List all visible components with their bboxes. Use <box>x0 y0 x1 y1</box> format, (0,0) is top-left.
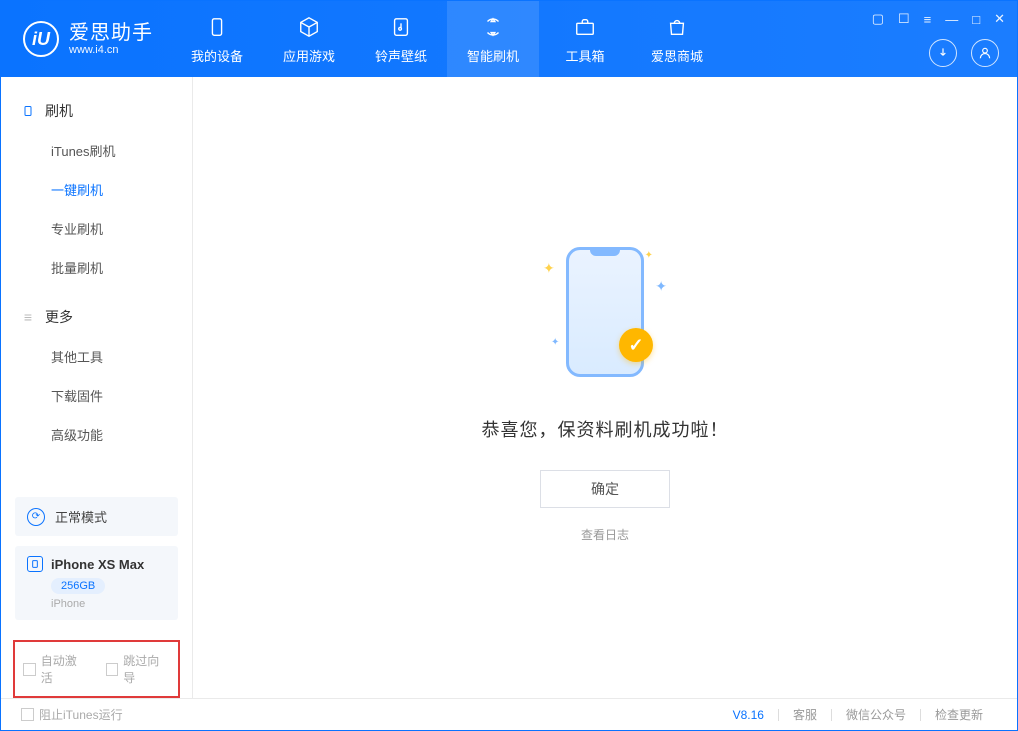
update-link[interactable]: 检查更新 <box>921 706 997 723</box>
skin-icon[interactable]: ▢ <box>872 11 884 27</box>
download-button[interactable] <box>929 39 957 67</box>
sidebar-item-itunes-flash[interactable]: iTunes刷机 <box>1 131 192 170</box>
device-type: iPhone <box>51 598 166 610</box>
sidebar: 刷机 iTunes刷机 一键刷机 专业刷机 批量刷机 ≡ 更多 其他工具 下载固… <box>1 77 193 698</box>
minimize-button[interactable]: — <box>945 12 958 27</box>
nav-smart-flash[interactable]: 智能刷机 <box>447 1 539 77</box>
checkbox-icon <box>21 708 34 721</box>
view-log-link[interactable]: 查看日志 <box>581 526 629 543</box>
checkbox-skip-guide[interactable]: 跳过向导 <box>106 652 171 686</box>
sidebar-section-more: ≡ 更多 <box>1 301 192 337</box>
status-bar: 阻止iTunes运行 V8.16 客服 微信公众号 检查更新 <box>1 698 1017 730</box>
logo-text: 爱思助手 www.i4.cn <box>69 22 153 56</box>
nav-label: 智能刷机 <box>467 46 519 65</box>
highlighted-checks: 自动激活 跳过向导 <box>13 640 180 698</box>
device-small-icon <box>27 556 43 572</box>
logo-icon: iU <box>23 21 59 57</box>
device-capacity: 256GB <box>51 578 105 594</box>
nav-label: 我的设备 <box>191 46 243 65</box>
nav-ringtones[interactable]: 铃声壁纸 <box>355 1 447 77</box>
nav-toolbox[interactable]: 工具箱 <box>539 1 631 77</box>
checkbox-auto-activate[interactable]: 自动激活 <box>23 652 88 686</box>
mode-label: 正常模式 <box>55 507 107 526</box>
spark-icon: ✦ <box>551 337 559 348</box>
nav-label: 铃声壁纸 <box>375 46 427 65</box>
phone-icon <box>21 104 35 118</box>
version-label[interactable]: V8.16 <box>719 708 778 722</box>
nav-label: 爱思商城 <box>651 46 703 65</box>
spark-icon: ✦ <box>543 260 555 277</box>
sidebar-bottom: ⟳ 正常模式 iPhone XS Max 256GB iPhone <box>1 485 192 632</box>
close-button[interactable]: ✕ <box>994 11 1005 27</box>
check-badge-icon: ✓ <box>619 328 653 362</box>
sidebar-item-batch-flash[interactable]: 批量刷机 <box>1 248 192 287</box>
footer-right: V8.16 客服 微信公众号 检查更新 <box>719 706 997 723</box>
nav-my-device[interactable]: 我的设备 <box>171 1 263 77</box>
app-body: 刷机 iTunes刷机 一键刷机 专业刷机 批量刷机 ≡ 更多 其他工具 下载固… <box>1 77 1017 698</box>
app-name: 爱思助手 <box>69 22 153 44</box>
nav-store[interactable]: 爱思商城 <box>631 1 723 77</box>
logo-area: iU 爱思助手 www.i4.cn <box>1 21 171 57</box>
checkbox-label: 自动激活 <box>41 652 88 686</box>
sidebar-item-pro-flash[interactable]: 专业刷机 <box>1 209 192 248</box>
nav-label: 应用游戏 <box>283 46 335 65</box>
spark-icon: ✦ <box>655 278 667 295</box>
success-message: 恭喜您，保资料刷机成功啦！ <box>482 416 729 442</box>
bag-icon <box>664 14 690 40</box>
app-header: iU 爱思助手 www.i4.cn 我的设备 应用游戏 铃声壁纸 智能刷机 工具… <box>1 1 1017 77</box>
device-card[interactable]: iPhone XS Max 256GB iPhone <box>15 546 178 620</box>
sidebar-item-onekey-flash[interactable]: 一键刷机 <box>1 170 192 209</box>
success-illustration: ✦ ✦ ✦ ✦ ✓ <box>505 232 705 392</box>
music-icon <box>388 14 414 40</box>
sidebar-item-download-firmware[interactable]: 下载固件 <box>1 376 192 415</box>
refresh-icon <box>480 14 506 40</box>
support-link[interactable]: 客服 <box>779 706 831 723</box>
nav-apps-games[interactable]: 应用游戏 <box>263 1 355 77</box>
feedback-icon[interactable]: ☐ <box>898 11 910 27</box>
sidebar-section-flash: 刷机 <box>1 95 192 131</box>
header-actions <box>929 39 999 67</box>
mode-card[interactable]: ⟳ 正常模式 <box>15 497 178 536</box>
ok-button[interactable]: 确定 <box>540 470 670 508</box>
section-title: 刷机 <box>45 101 73 121</box>
spark-icon: ✦ <box>645 250 653 261</box>
titlebar-controls: ▢ ☐ ≡ — □ ✕ <box>872 11 1005 27</box>
top-nav: 我的设备 应用游戏 铃声壁纸 智能刷机 工具箱 爱思商城 <box>171 1 723 77</box>
checkbox-block-itunes[interactable]: 阻止iTunes运行 <box>21 706 123 723</box>
main-content: ✦ ✦ ✦ ✦ ✓ 恭喜您，保资料刷机成功啦！ 确定 查看日志 <box>193 77 1017 698</box>
sidebar-item-advanced[interactable]: 高级功能 <box>1 415 192 454</box>
maximize-button[interactable]: □ <box>972 12 980 27</box>
nav-label: 工具箱 <box>565 46 604 65</box>
menu-icon[interactable]: ≡ <box>924 12 932 27</box>
sidebar-scroll: 刷机 iTunes刷机 一键刷机 专业刷机 批量刷机 ≡ 更多 其他工具 下载固… <box>1 77 192 485</box>
device-icon <box>204 14 230 40</box>
wechat-link[interactable]: 微信公众号 <box>832 706 920 723</box>
checkbox-icon <box>106 663 119 676</box>
section-title: 更多 <box>45 307 73 327</box>
toolbox-icon <box>572 14 598 40</box>
sidebar-item-other-tools[interactable]: 其他工具 <box>1 337 192 376</box>
checkbox-label: 跳过向导 <box>123 652 170 686</box>
device-name: iPhone XS Max <box>51 557 144 572</box>
checkbox-icon <box>23 663 36 676</box>
account-button[interactable] <box>971 39 999 67</box>
cube-icon <box>296 14 322 40</box>
checkbox-label: 阻止iTunes运行 <box>39 706 123 723</box>
mode-icon: ⟳ <box>27 508 45 526</box>
app-website: www.i4.cn <box>69 44 153 56</box>
list-icon: ≡ <box>21 310 35 324</box>
